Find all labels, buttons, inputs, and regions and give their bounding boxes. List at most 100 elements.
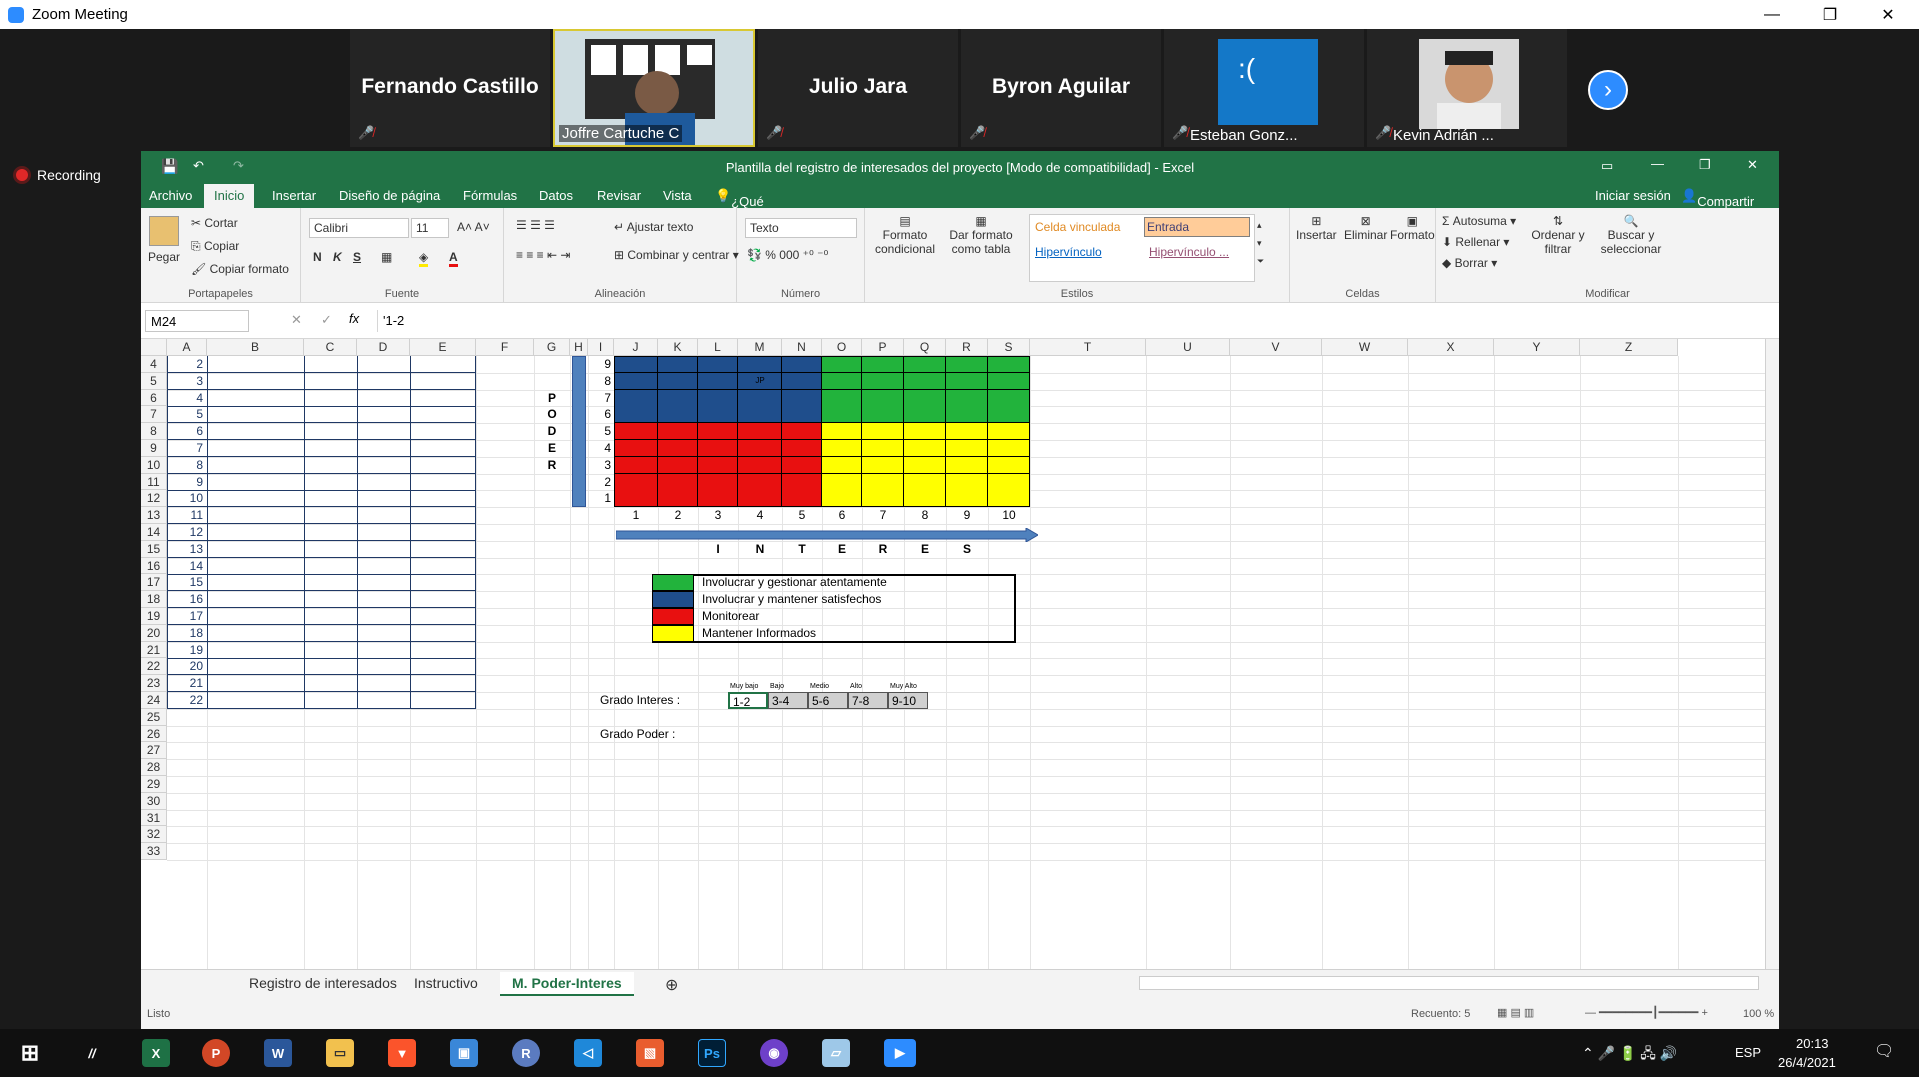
column-header[interactable]: S — [988, 339, 1030, 356]
table-cell[interactable] — [304, 524, 357, 541]
tray-icons[interactable]: ⌃ 🎤 🔋 🖧 🔊 — [1582, 1043, 1677, 1067]
table-cell[interactable] — [304, 591, 357, 609]
row-header[interactable]: 13 — [141, 507, 167, 524]
matrix-cell[interactable] — [822, 406, 862, 424]
table-cell[interactable] — [304, 389, 357, 407]
table-cell[interactable] — [207, 356, 304, 373]
table-cell[interactable]: 2 — [167, 356, 207, 373]
table-cell[interactable]: 18 — [167, 624, 207, 642]
row-header[interactable]: 30 — [141, 792, 167, 810]
vscode-icon[interactable]: ◁ — [574, 1039, 602, 1067]
table-cell[interactable] — [357, 591, 410, 609]
tab-datos[interactable]: Datos — [539, 188, 573, 203]
table-cell[interactable] — [207, 591, 304, 609]
row-header[interactable]: 19 — [141, 608, 167, 625]
row-header[interactable]: 25 — [141, 708, 167, 726]
matrix-cell[interactable] — [946, 356, 988, 373]
sort-filter-button[interactable]: ⇅ Ordenar y filtrar — [1528, 214, 1588, 256]
fill-color-icon[interactable]: ◈ — [419, 250, 429, 267]
matrix-cell[interactable] — [782, 473, 822, 491]
column-header[interactable]: U — [1146, 339, 1230, 356]
row-header[interactable]: 5 — [141, 372, 167, 390]
github-icon[interactable]: ◉ — [760, 1039, 788, 1067]
r-icon[interactable]: R — [512, 1039, 540, 1067]
maximize-button[interactable]: ❐ — [1801, 0, 1859, 29]
paste-icon[interactable] — [149, 216, 179, 246]
table-cell[interactable]: 7 — [167, 440, 207, 457]
table-cell[interactable] — [304, 356, 357, 373]
tab-vista[interactable]: Vista — [663, 188, 692, 203]
formula-input[interactable]: '1-2 — [377, 310, 1772, 332]
autosum-button[interactable]: Σ Autosuma ▾ — [1442, 214, 1516, 228]
table-cell[interactable] — [357, 658, 410, 676]
table-cell[interactable]: 13 — [167, 540, 207, 558]
column-header[interactable]: L — [698, 339, 738, 356]
matrix-cell[interactable] — [988, 372, 1030, 390]
participant-tile[interactable]: :( 🎤̸ Esteban Gonz... — [1164, 29, 1364, 147]
table-cell[interactable] — [410, 591, 476, 609]
postman-icon[interactable]: ▧ — [636, 1039, 664, 1067]
tab-formulas[interactable]: Fórmulas — [463, 188, 517, 203]
table-cell[interactable] — [207, 658, 304, 676]
matrix-cell[interactable] — [658, 406, 698, 424]
matrix-cell[interactable] — [904, 456, 946, 474]
accounting-icon[interactable]: 💱 % 000 ⁺⁰ ⁻⁰ — [747, 248, 828, 262]
matrix-cell[interactable] — [904, 356, 946, 373]
table-cell[interactable] — [410, 540, 476, 558]
ribbon-display-icon[interactable]: ▭ — [1601, 158, 1613, 174]
matrix-cell[interactable] — [904, 473, 946, 491]
table-cell[interactable] — [304, 574, 357, 592]
table-cell[interactable] — [207, 490, 304, 508]
style-input[interactable]: Entrada — [1144, 217, 1250, 237]
matrix-cell[interactable] — [782, 356, 822, 373]
row-header[interactable]: 24 — [141, 692, 167, 709]
style-linked-cell[interactable]: Celda vinculada — [1033, 218, 1143, 236]
table-cell[interactable] — [207, 440, 304, 457]
sheet-tab-active[interactable]: M. Poder-Interes — [500, 972, 634, 996]
matrix-cell[interactable] — [862, 389, 904, 407]
font-name-select[interactable]: Calibri — [309, 218, 409, 238]
matrix-cell[interactable] — [862, 423, 904, 441]
table-cell[interactable] — [207, 473, 304, 491]
matrix-cell[interactable] — [738, 389, 782, 407]
matrix-cell[interactable] — [738, 423, 782, 441]
matrix-cell[interactable] — [658, 356, 698, 373]
conditional-format-button[interactable]: ▤ Formato condicional — [873, 214, 937, 256]
control-panel-icon[interactable]: ▣ — [450, 1039, 478, 1067]
confirm-formula-icon[interactable]: ✓ — [321, 312, 332, 328]
table-cell[interactable] — [410, 372, 476, 390]
matrix-cell[interactable] — [946, 372, 988, 390]
select-all-corner[interactable] — [141, 339, 167, 356]
column-header[interactable]: V — [1230, 339, 1322, 356]
sheet-tab[interactable]: Registro de interesados — [237, 972, 409, 996]
tab-insertar[interactable]: Insertar — [272, 188, 316, 203]
matrix-cell[interactable] — [698, 490, 738, 508]
row-header[interactable]: 28 — [141, 759, 167, 776]
style-hyperlink[interactable]: Hipervínculo — [1033, 243, 1104, 261]
excel-close[interactable]: ✕ — [1747, 157, 1758, 173]
table-cell[interactable] — [410, 608, 476, 625]
matrix-cell[interactable] — [988, 423, 1030, 441]
row-header[interactable]: 22 — [141, 658, 167, 676]
row-header[interactable]: 31 — [141, 809, 167, 827]
matrix-cell[interactable] — [782, 490, 822, 508]
table-cell[interactable] — [410, 624, 476, 642]
table-cell[interactable] — [357, 524, 410, 541]
table-cell[interactable] — [410, 574, 476, 592]
number-format-select[interactable]: Texto — [745, 218, 857, 238]
column-header[interactable]: F — [476, 339, 534, 356]
brave-icon[interactable]: ▼ — [388, 1039, 416, 1067]
matrix-cell[interactable] — [822, 440, 862, 457]
table-cell[interactable] — [410, 658, 476, 676]
share-button[interactable]: 👤 Compartir — [1681, 188, 1754, 209]
table-cell[interactable] — [304, 658, 357, 676]
matrix-cell[interactable] — [614, 473, 658, 491]
row-header[interactable]: 20 — [141, 624, 167, 642]
table-cell[interactable] — [304, 490, 357, 508]
font-color-icon[interactable]: A — [449, 250, 458, 267]
column-header[interactable]: H — [570, 339, 588, 356]
table-cell[interactable] — [357, 356, 410, 373]
close-button[interactable]: ✕ — [1859, 0, 1917, 29]
matrix-cell[interactable] — [698, 356, 738, 373]
table-cell[interactable] — [357, 574, 410, 592]
